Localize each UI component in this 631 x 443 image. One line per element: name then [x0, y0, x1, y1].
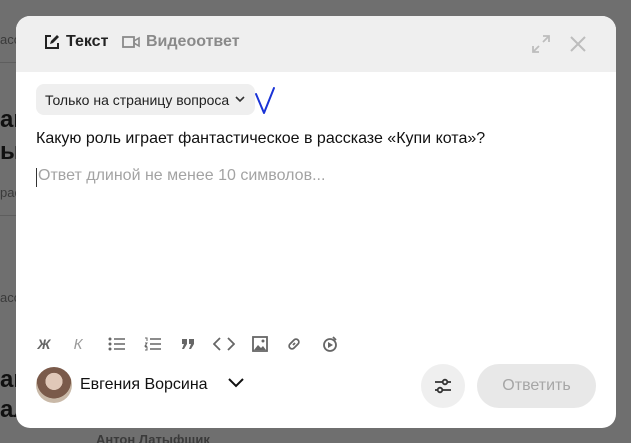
chevron-down-icon: [235, 96, 245, 103]
tab-video-answer[interactable]: Видеоответ: [122, 33, 240, 51]
quote-icon: [182, 339, 194, 349]
bold-button[interactable]: Ж: [36, 334, 52, 354]
tab-video-label: Видеоответ: [146, 33, 240, 50]
modal-header: Текст Видеоответ: [16, 16, 616, 72]
video-camera-icon: [122, 36, 140, 48]
chevron-down-icon[interactable]: [228, 378, 244, 388]
text-caret: [36, 168, 37, 187]
video-embed-icon: [323, 336, 337, 352]
author-name[interactable]: Евгения Ворсина: [80, 376, 208, 394]
submit-answer-button[interactable]: Ответить: [477, 364, 596, 408]
link-button[interactable]: [284, 334, 304, 354]
visibility-dropdown[interactable]: Только на страницу вопроса: [36, 84, 256, 115]
bullet-list-button[interactable]: [106, 334, 126, 354]
avatar: [36, 367, 72, 403]
question-title: Какую роль играет фантастическое в расск…: [36, 130, 486, 147]
edit-icon: [45, 35, 59, 49]
answer-input[interactable]: Ответ длиной не менее 10 символов...: [36, 167, 596, 327]
numbered-list-button[interactable]: [142, 334, 162, 354]
link-icon: [288, 338, 300, 350]
italic-button[interactable]: К: [70, 334, 86, 354]
code-button[interactable]: [212, 334, 236, 354]
bullet-list-icon: [108, 337, 125, 351]
image-button[interactable]: [250, 334, 270, 354]
tab-text-label: Текст: [66, 33, 109, 50]
answer-modal: Текст Видеоответ Только на страницу вопр…: [16, 16, 616, 428]
code-icon: [213, 337, 235, 351]
close-icon[interactable]: [568, 34, 588, 54]
quote-button[interactable]: [178, 334, 198, 354]
answer-placeholder: Ответ длиной не менее 10 символов...: [38, 167, 326, 184]
settings-button[interactable]: [421, 364, 465, 408]
bg-user-name: Антон Латыфщик: [96, 432, 210, 443]
expand-icon[interactable]: [531, 34, 551, 54]
tab-text[interactable]: Текст: [44, 33, 108, 51]
handwritten-check-mark: [255, 87, 275, 114]
video-embed-button[interactable]: [320, 334, 340, 354]
numbered-list-icon: [143, 337, 161, 351]
image-icon: [252, 336, 268, 352]
visibility-selected-value: Только на страницу вопроса: [45, 91, 230, 108]
sliders-icon: [435, 378, 451, 394]
